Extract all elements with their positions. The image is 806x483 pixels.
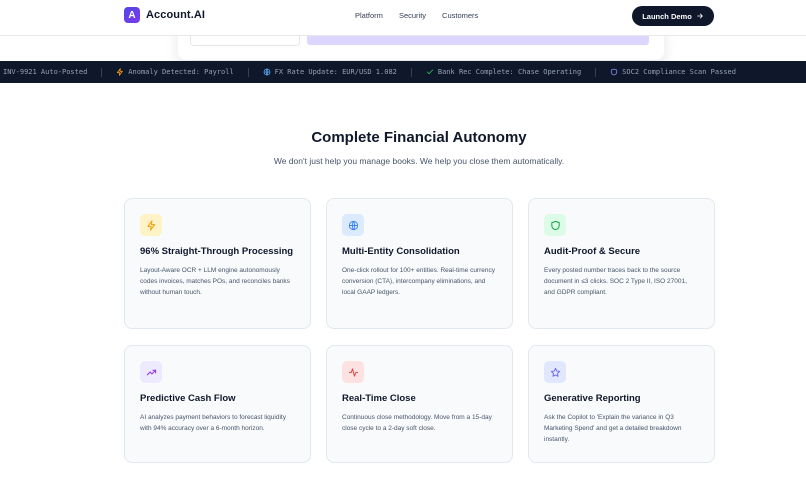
check-icon: [426, 68, 434, 76]
ticker-item: INV-9921 Auto-Posted: [0, 68, 101, 76]
shield-icon: [544, 214, 566, 236]
feature-card-reporting: Generative Reporting Ask the Copilot to …: [528, 345, 715, 463]
main-nav: Platform Security Customers: [355, 11, 478, 20]
ticker-item: Bank Rec Complete: Chase Operating: [412, 68, 595, 76]
arrow-right-icon: [696, 12, 704, 20]
ticker-text: Bank Rec Complete: Chase Operating: [437, 68, 582, 76]
logo-text: Account.AI: [146, 9, 206, 21]
card-title: Predictive Cash Flow: [140, 393, 236, 404]
card-body: One-click rollout for 100+ entities. Rea…: [342, 267, 495, 296]
section-subtitle: We don't just help you manage books. We …: [273, 156, 565, 166]
trending-up-icon: [140, 361, 162, 383]
nav-link-security[interactable]: Security: [399, 11, 426, 20]
zap-icon: [140, 214, 162, 236]
ticker-text: INV-9921 Auto-Posted: [3, 68, 88, 76]
card-body: AI analyzes payment behaviors to forecas…: [140, 414, 286, 432]
globe-icon: [263, 68, 271, 76]
globe-icon: [342, 214, 364, 236]
card-body: Every posted number traces back to the s…: [544, 267, 687, 296]
zap-icon: [116, 68, 124, 76]
feature-card-audit: Audit-Proof & Secure Every posted number…: [528, 198, 715, 329]
ticker-text: FX Rate Update: EUR/USD 1.082: [274, 68, 397, 76]
feature-card-cashflow: Predictive Cash Flow AI analyzes payment…: [124, 345, 311, 463]
card-body: Ask the Copilot to 'Explain the variance…: [544, 414, 682, 443]
ticker-text: SOC2 Compliance Scan Passed: [622, 68, 736, 76]
ticker-text: Anomaly Detected: Payroll: [128, 68, 234, 76]
feature-card-realtime-close: Real-Time Close Continuous close methodo…: [326, 345, 513, 463]
nav-link-platform[interactable]: Platform: [355, 11, 383, 20]
feature-card-consolidation: Multi-Entity Consolidation One-click rol…: [326, 198, 513, 329]
nav-link-customers[interactable]: Customers: [442, 11, 478, 20]
card-body: Continuous close methodology. Move from …: [342, 414, 492, 432]
card-title: Multi-Entity Consolidation: [342, 246, 460, 257]
card-body: Layout-Aware OCR + LLM engine autonomous…: [140, 267, 290, 296]
preview-panel: [190, 36, 300, 46]
shield-icon: [610, 68, 618, 76]
launch-demo-button[interactable]: Launch Demo: [632, 6, 714, 26]
card-title: Audit-Proof & Secure: [544, 246, 641, 257]
launch-demo-label: Launch Demo: [642, 11, 692, 21]
card-title: Generative Reporting: [544, 393, 641, 404]
card-title: 96% Straight-Through Processing: [140, 246, 294, 257]
card-title: Real-Time Close: [342, 393, 416, 404]
section-title: Complete Financial Autonomy: [311, 129, 527, 146]
ticker-item: Anomaly Detected: Payroll: [102, 68, 247, 76]
ticker-item: FX Rate Update: EUR/USD 1.082: [249, 68, 411, 76]
logo[interactable]: A Account.AI: [124, 7, 205, 23]
activity-ticker: INV-9921 Auto-Posted Anomaly Detected: P…: [0, 61, 806, 83]
preview-bar: [307, 36, 649, 45]
logo-mark-icon: A: [124, 7, 140, 23]
activity-icon: [342, 361, 364, 383]
ticker-item: SOC2 Compliance Scan Passed: [596, 68, 750, 76]
site-header: A Account.AI Platform Security Customers…: [0, 0, 806, 36]
feature-card-stp: 96% Straight-Through Processing Layout-A…: [124, 198, 311, 329]
star-icon: [544, 361, 566, 383]
